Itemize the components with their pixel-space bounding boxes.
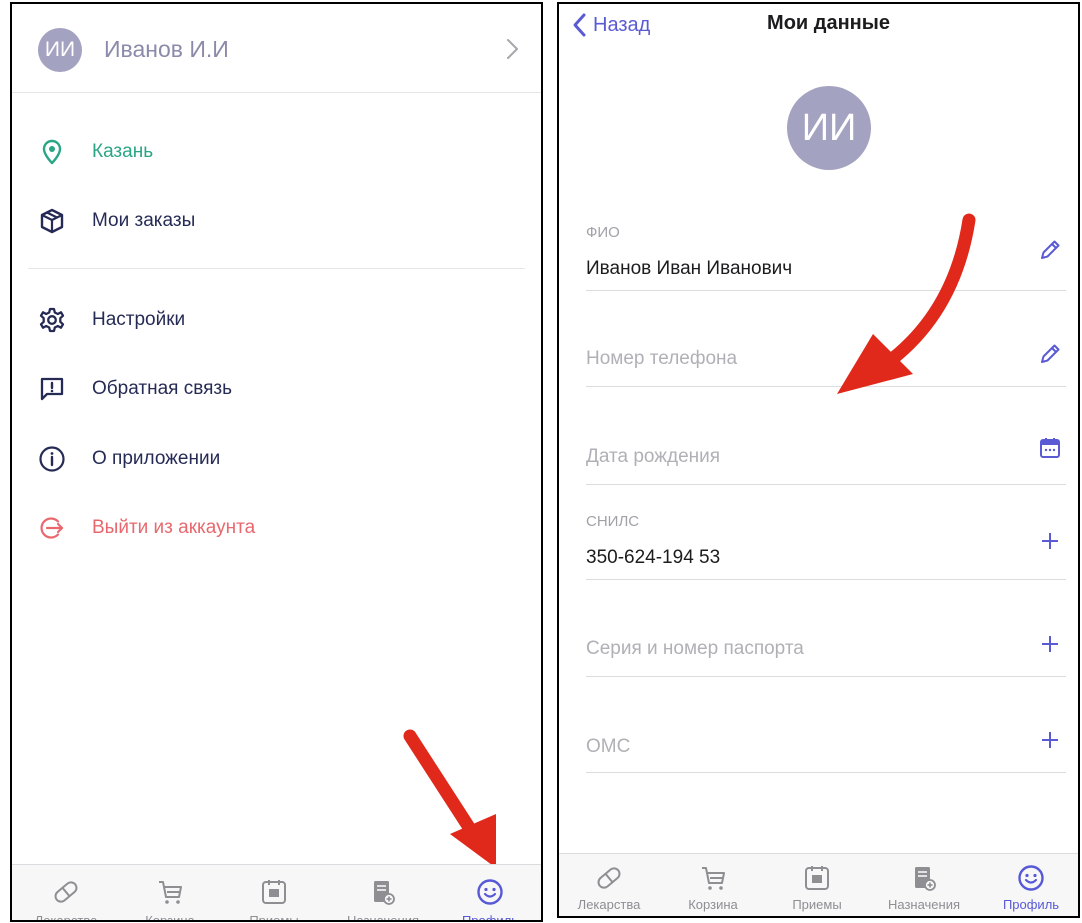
field-caption: ФИО — [586, 224, 620, 241]
calendar-icon — [262, 880, 286, 904]
location-pin-icon — [42, 139, 62, 165]
tab-label: Лекарства — [34, 913, 98, 922]
cart-icon — [159, 881, 182, 904]
tab-label: Лекарства — [577, 897, 641, 912]
field-value: Иванов Иван Иванович — [586, 258, 793, 279]
field-full-name[interactable]: ФИО Иванов Иван Иванович — [586, 220, 1066, 292]
smiley-icon — [477, 879, 503, 905]
tab-cart[interactable]: Корзина — [122, 865, 218, 920]
field-placeholder: Дата рождения — [586, 446, 721, 467]
cart-icon — [702, 867, 725, 890]
calendar-icon — [805, 866, 829, 890]
menu-item-city[interactable]: Казань — [12, 128, 541, 178]
divider — [12, 92, 541, 93]
prescription-icon — [915, 867, 936, 891]
plus-icon[interactable] — [1038, 529, 1062, 553]
tab-bar: Лекарства Корзина Приемы Назначения Проф… — [12, 864, 541, 920]
pill-icon — [54, 881, 78, 903]
avatar: ИИ — [38, 28, 82, 72]
divider — [586, 290, 1066, 291]
tab-label: Корзина — [688, 897, 738, 912]
divider — [586, 484, 1066, 485]
field-placeholder: Номер телефона — [586, 348, 738, 369]
divider — [586, 772, 1066, 773]
divider — [586, 579, 1066, 580]
tab-profile[interactable]: Профиль — [444, 865, 536, 920]
pencil-icon[interactable] — [1038, 342, 1062, 366]
plus-icon[interactable] — [1038, 728, 1062, 752]
logout-icon — [40, 517, 64, 539]
field-snils[interactable]: СНИЛС 350-624-194 53 — [586, 509, 1066, 581]
menu-item-label: Казань — [92, 141, 154, 162]
tab-prescriptions[interactable]: Назначения — [330, 865, 436, 920]
menu-item-settings[interactable]: Настройки — [12, 296, 541, 346]
gear-icon — [39, 307, 65, 333]
tab-label: Назначения — [887, 897, 961, 912]
feedback-icon — [40, 377, 64, 401]
divider — [586, 676, 1066, 677]
tab-appointments[interactable]: Приемы — [769, 854, 865, 916]
avatar[interactable]: ИИ — [787, 86, 871, 170]
field-oms[interactable]: ОМС — [586, 710, 1066, 774]
menu-item-orders[interactable]: Мои заказы — [12, 197, 541, 247]
field-value: 350-624-194 53 — [586, 547, 721, 568]
user-name: Иванов И.И — [104, 36, 229, 62]
field-placeholder: ОМС — [586, 736, 631, 757]
menu-item-label: Выйти из аккаунта — [92, 517, 256, 538]
tab-bar: Лекарства Корзина Приемы Назначения Проф… — [559, 853, 1078, 916]
tab-label: Приемы — [792, 897, 842, 912]
page-title: Мои данные — [767, 12, 890, 34]
pill-icon — [597, 867, 621, 889]
field-placeholder: Серия и номер паспорта — [586, 638, 804, 659]
smiley-icon — [1018, 865, 1044, 891]
tab-prescriptions[interactable]: Назначения — [871, 854, 977, 916]
user-header[interactable]: ИИ Иванов И.И — [12, 4, 541, 92]
tab-label: Корзина — [145, 913, 195, 922]
calendar-icon[interactable] — [1038, 436, 1062, 460]
info-icon — [39, 446, 65, 472]
my-data-screen: Назад Мои данные ИИ ФИО Иванов Иван Иван… — [557, 2, 1080, 918]
plus-icon[interactable] — [1038, 632, 1062, 656]
chevron-right-icon — [507, 39, 518, 59]
annotation-arrow — [403, 729, 496, 868]
tab-appointments[interactable]: Приемы — [226, 865, 322, 920]
menu-item-logout[interactable]: Выйти из аккаунта — [12, 504, 541, 554]
menu-item-about[interactable]: О приложении — [12, 435, 541, 485]
field-caption: СНИЛС — [586, 513, 640, 530]
field-passport[interactable]: Серия и номер паспорта — [586, 614, 1066, 678]
prescription-icon — [374, 881, 395, 905]
menu-item-label: Обратная связь — [92, 378, 232, 399]
menu-item-label: Мои заказы — [92, 210, 196, 231]
tab-label: Профиль — [461, 913, 519, 922]
tab-label: Приемы — [249, 913, 299, 922]
tab-label: Профиль — [1002, 897, 1060, 912]
tab-cart[interactable]: Корзина — [665, 854, 761, 916]
tab-medicines[interactable]: Лекарства — [18, 865, 114, 920]
field-birth-date[interactable]: Дата рождения — [586, 420, 1066, 486]
divider — [28, 268, 525, 269]
menu-item-label: Настройки — [92, 309, 186, 330]
box-icon — [40, 208, 64, 234]
divider — [586, 386, 1066, 387]
menu-item-feedback[interactable]: Обратная связь — [12, 365, 541, 415]
tab-profile[interactable]: Профиль — [985, 854, 1077, 916]
tab-label: Назначения — [346, 913, 420, 922]
profile-menu-screen: ИИ Иванов И.И Казань Мои заказы Настройк — [10, 2, 543, 922]
pencil-icon[interactable] — [1038, 238, 1062, 262]
menu-item-label: О приложении — [92, 448, 221, 469]
field-phone[interactable]: Номер телефона — [586, 324, 1066, 388]
tab-medicines[interactable]: Лекарства — [561, 854, 657, 916]
